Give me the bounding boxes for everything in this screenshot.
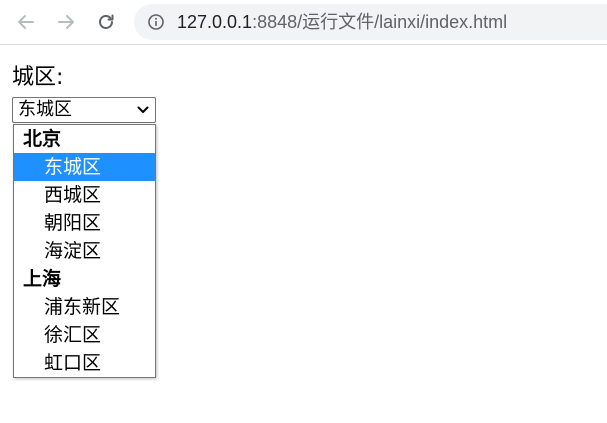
district-label: 城区: <box>12 65 64 90</box>
option-item[interactable]: 东城区 <box>14 153 155 181</box>
page-content: 城区: 东城区 北京 东城区 西城区 朝阳区 海淀区 上海 浦东新区 徐汇区 虹… <box>0 46 607 423</box>
reload-icon <box>99 14 114 29</box>
option-item[interactable]: 虹口区 <box>14 349 155 377</box>
url-path: :8848/运行文件/lainxi/index.html <box>252 12 508 32</box>
optgroup-label: 上海 <box>23 268 62 290</box>
option-item[interactable]: 徐汇区 <box>14 321 155 349</box>
reload-button[interactable] <box>92 8 120 36</box>
select-current-value: 东城区 <box>18 99 72 120</box>
chevron-down-icon <box>137 106 149 113</box>
address-bar[interactable]: 127.0.0.1:8848/运行文件/lainxi/index.html <box>134 4 607 40</box>
optgroup-label: 北京 <box>23 128 62 150</box>
option-item[interactable]: 海淀区 <box>14 237 155 265</box>
back-arrow-icon <box>18 15 34 29</box>
forward-arrow-icon <box>58 15 74 29</box>
back-button[interactable] <box>12 8 40 36</box>
url-text: 127.0.0.1:8848/运行文件/lainxi/index.html <box>177 12 507 32</box>
browser-toolbar: 127.0.0.1:8848/运行文件/lainxi/index.html <box>0 0 607 45</box>
district-select[interactable]: 东城区 <box>12 97 156 123</box>
option-item[interactable]: 浦东新区 <box>14 293 155 321</box>
option-item[interactable]: 西城区 <box>14 181 155 209</box>
option-item[interactable]: 朝阳区 <box>14 209 155 237</box>
forward-button[interactable] <box>52 8 80 36</box>
url-host: 127.0.0.1 <box>177 12 253 32</box>
select-dropdown-list: 北京 东城区 西城区 朝阳区 海淀区 上海 浦东新区 徐汇区 虹口区 <box>13 124 156 378</box>
info-icon[interactable] <box>148 14 164 30</box>
